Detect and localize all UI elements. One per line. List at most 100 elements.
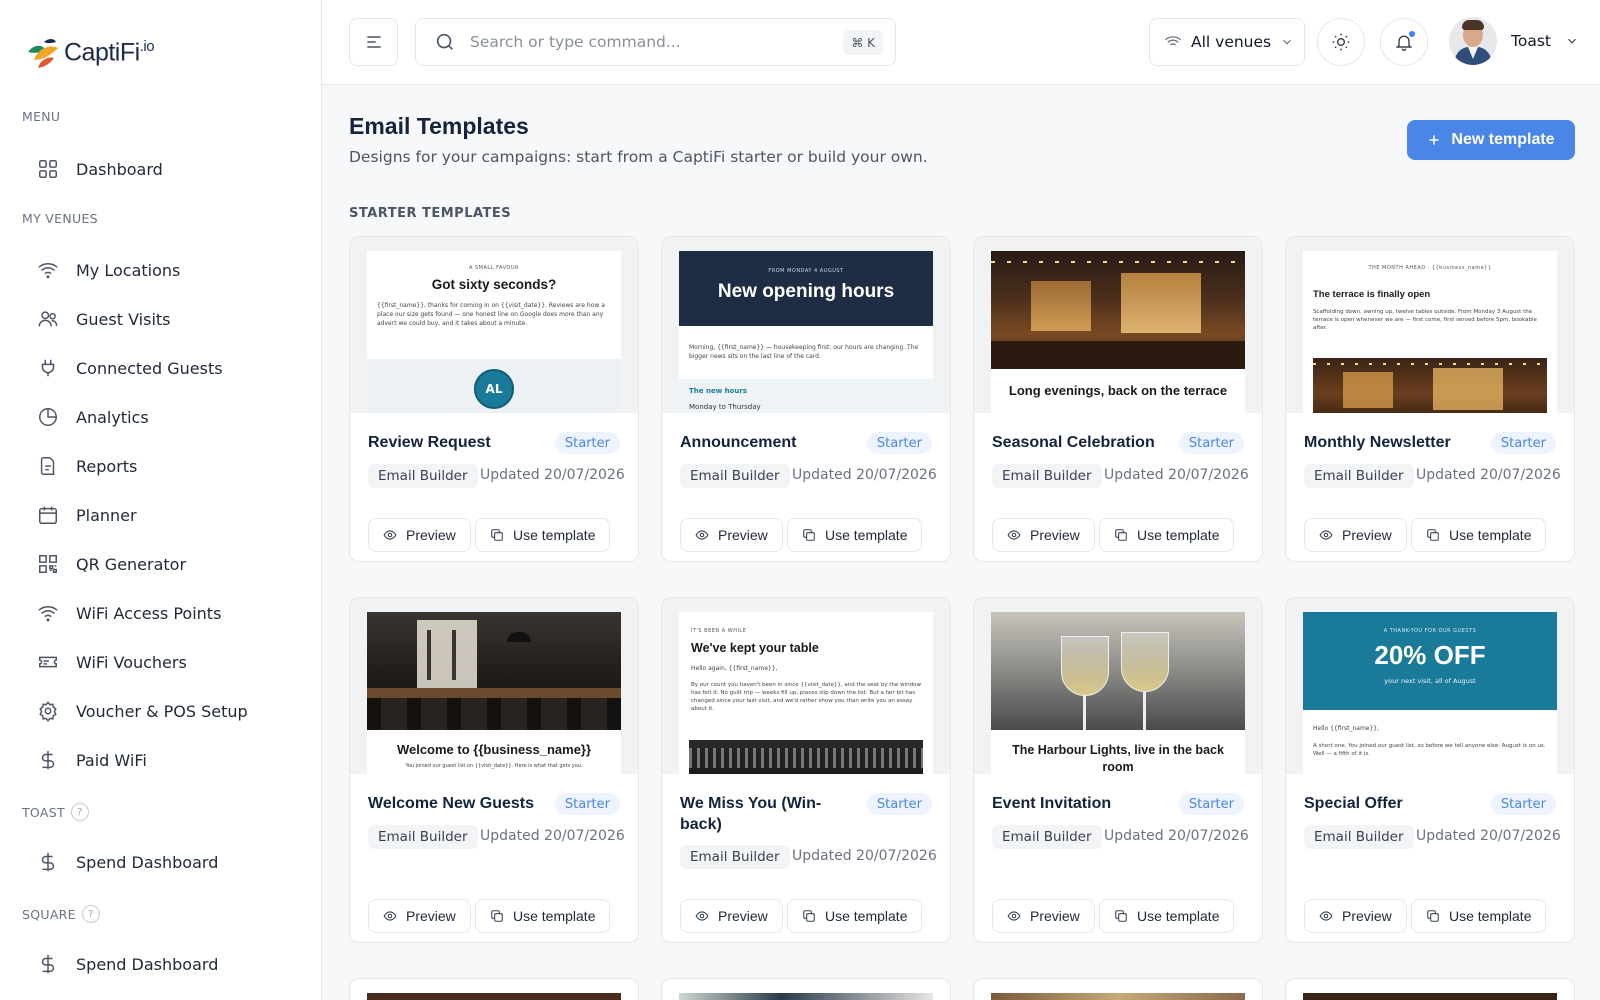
sidebar-item-paid-wifi[interactable]: Paid WiFi	[36, 745, 147, 775]
template-card-partial[interactable]	[1285, 978, 1575, 1000]
starter-badge: Starter	[1178, 793, 1244, 815]
template-card-partial[interactable]	[349, 978, 639, 1000]
preview-label: Preview	[406, 908, 456, 924]
sidebar-item-label: Dashboard	[76, 159, 163, 179]
template-card-partial[interactable]	[973, 978, 1263, 1000]
copy-icon	[1115, 529, 1127, 541]
sidebar-item-label: My Locations	[76, 260, 181, 280]
use-template-button[interactable]: Use template	[1099, 899, 1235, 933]
thumb-title: Got sixty seconds?	[431, 277, 557, 292]
sidebar-item-voucher-pos-setup[interactable]: Voucher & POS Setup	[36, 696, 248, 726]
use-template-button[interactable]: Use template	[1099, 518, 1235, 552]
builder-tag: Email Builder	[680, 845, 790, 869]
search-input[interactable]	[470, 33, 830, 51]
thumb-avatar: AL	[474, 369, 514, 409]
preview-button[interactable]: Preview	[680, 518, 783, 552]
preview-button[interactable]: Preview	[680, 899, 783, 933]
venue-select[interactable]: All venues	[1149, 18, 1305, 66]
shortcut-hint: ⌘ K	[843, 30, 883, 55]
help-icon[interactable]: ?	[81, 905, 100, 923]
starter-badge: Starter	[1490, 793, 1556, 815]
preview-button[interactable]: Preview	[1304, 518, 1407, 552]
sidebar-item-label: WiFi Vouchers	[76, 652, 187, 672]
copy-icon	[491, 529, 503, 541]
dining-room-photo	[367, 612, 621, 730]
template-card-welcome-new-guests[interactable]: Welcome to {{business_name}} You joined …	[349, 597, 639, 943]
use-template-button[interactable]: Use template	[1411, 899, 1547, 933]
template-name: Welcome New Guests	[368, 795, 534, 812]
preview-button[interactable]: Preview	[368, 899, 471, 933]
sidebar-item-guest-visits[interactable]: Guest Visits	[36, 304, 171, 334]
use-template-button[interactable]: Use template	[475, 518, 611, 552]
notifications-button[interactable]	[1380, 18, 1428, 66]
sidebar: CaptiFi.io MENU Dashboard MY VENUES My L…	[0, 0, 322, 1000]
page-subtitle: Designs for your campaigns: start from a…	[349, 148, 928, 166]
sidebar-item-connected-guests[interactable]: Connected Guests	[36, 353, 223, 383]
template-card-seasonal-celebration[interactable]: Long evenings, back on the terrace Seaso…	[973, 236, 1263, 562]
sidebar-item-toast-spend-dashboard[interactable]: Spend Dashboard	[36, 847, 218, 877]
sidebar-item-analytics[interactable]: Analytics	[36, 402, 149, 432]
thumb-kicker: A THANK-YOU FOR OUR GUESTS	[1383, 628, 1477, 634]
terrace-photo	[991, 251, 1245, 369]
starter-badge: Starter	[866, 793, 932, 815]
brand-logo[interactable]: CaptiFi.io	[24, 34, 155, 72]
sidebar-item-square-spend-dashboard[interactable]: Spend Dashboard	[36, 949, 218, 979]
template-card-special-offer[interactable]: A THANK-YOU FOR OUR GUESTS 20% OFF your …	[1285, 597, 1575, 943]
chevron-down-icon	[1568, 38, 1576, 44]
preview-button[interactable]: Preview	[992, 899, 1095, 933]
use-template-button[interactable]: Use template	[787, 899, 923, 933]
use-template-label: Use template	[1449, 908, 1532, 924]
template-name: Special Offer	[1304, 795, 1403, 812]
use-template-button[interactable]: Use template	[787, 518, 923, 552]
thumb-body: A short one. You joined our guest list, …	[1313, 743, 1546, 757]
new-template-button[interactable]: New template	[1407, 120, 1575, 160]
preview-label: Preview	[718, 527, 768, 543]
theme-toggle-button[interactable]	[1317, 18, 1365, 66]
template-preview	[1303, 993, 1557, 1000]
preview-button[interactable]: Preview	[368, 518, 471, 552]
template-card-review-request[interactable]: A SMALL FAVOUR Got sixty seconds? {{firs…	[349, 236, 639, 562]
use-template-button[interactable]: Use template	[1411, 518, 1547, 552]
calendar-icon	[36, 503, 60, 527]
sidebar-item-my-locations[interactable]: My Locations	[36, 255, 180, 285]
sidebar-item-reports[interactable]: Reports	[36, 451, 137, 481]
eye-icon	[1007, 530, 1021, 540]
sidebar-item-planner[interactable]: Planner	[36, 500, 137, 530]
sidebar-item-label: Spend Dashboard	[76, 852, 219, 872]
thumb-title: Long evenings, back on the terrace	[1008, 383, 1228, 398]
user-menu[interactable]: Toast	[1449, 17, 1579, 65]
main-content: Email Templates Designs for your campaig…	[322, 85, 1600, 1000]
thumb-subheading: The new hours	[689, 387, 747, 395]
template-card-win-back[interactable]: IT'S BEEN A WHILE We've kept your table …	[661, 597, 951, 943]
menu-toggle-button[interactable]	[349, 18, 398, 66]
help-icon[interactable]: ?	[70, 803, 89, 821]
thumb-kicker: IT'S BEEN A WHILE	[691, 628, 747, 634]
builder-tag: Email Builder	[368, 464, 478, 488]
sidebar-item-wifi-access-points[interactable]: WiFi Access Points	[36, 598, 221, 628]
template-card-event-invitation[interactable]: The Harbour Lights, live in the back roo…	[973, 597, 1263, 943]
sidebar-item-label: Paid WiFi	[76, 750, 147, 770]
wifi-icon	[36, 601, 60, 625]
template-card-announcement[interactable]: FROM MONDAY 4 AUGUST New opening hours M…	[661, 236, 951, 562]
qr-code-icon	[36, 552, 60, 576]
template-card-monthly-newsletter[interactable]: THE MONTH AHEAD · {{business_name}} The …	[1285, 236, 1575, 562]
plug-icon	[36, 356, 60, 380]
starter-badge: Starter	[1178, 432, 1244, 454]
preview-button[interactable]: Preview	[1304, 899, 1407, 933]
preview-button[interactable]: Preview	[992, 518, 1095, 552]
menu-icon	[366, 36, 381, 48]
gear-icon	[36, 699, 60, 723]
template-card-partial[interactable]	[661, 978, 951, 1000]
sidebar-item-dashboard[interactable]: Dashboard	[36, 154, 163, 184]
template-preview: Long evenings, back on the terrace	[974, 237, 1262, 413]
sidebar-item-wifi-vouchers[interactable]: WiFi Vouchers	[36, 647, 187, 677]
use-template-label: Use template	[1137, 908, 1220, 924]
use-template-button[interactable]: Use template	[475, 899, 611, 933]
sidebar-item-qr-generator[interactable]: QR Generator	[36, 549, 186, 579]
plus-icon	[1429, 135, 1440, 145]
thumb-greeting: Hello again, {{first_name}},	[691, 665, 778, 672]
sidebar-item-label: Connected Guests	[76, 358, 223, 378]
search-box[interactable]: ⌘ K	[415, 18, 896, 66]
updated-date: Updated 20/07/2026	[1104, 467, 1249, 483]
builder-tag: Email Builder	[992, 825, 1102, 849]
